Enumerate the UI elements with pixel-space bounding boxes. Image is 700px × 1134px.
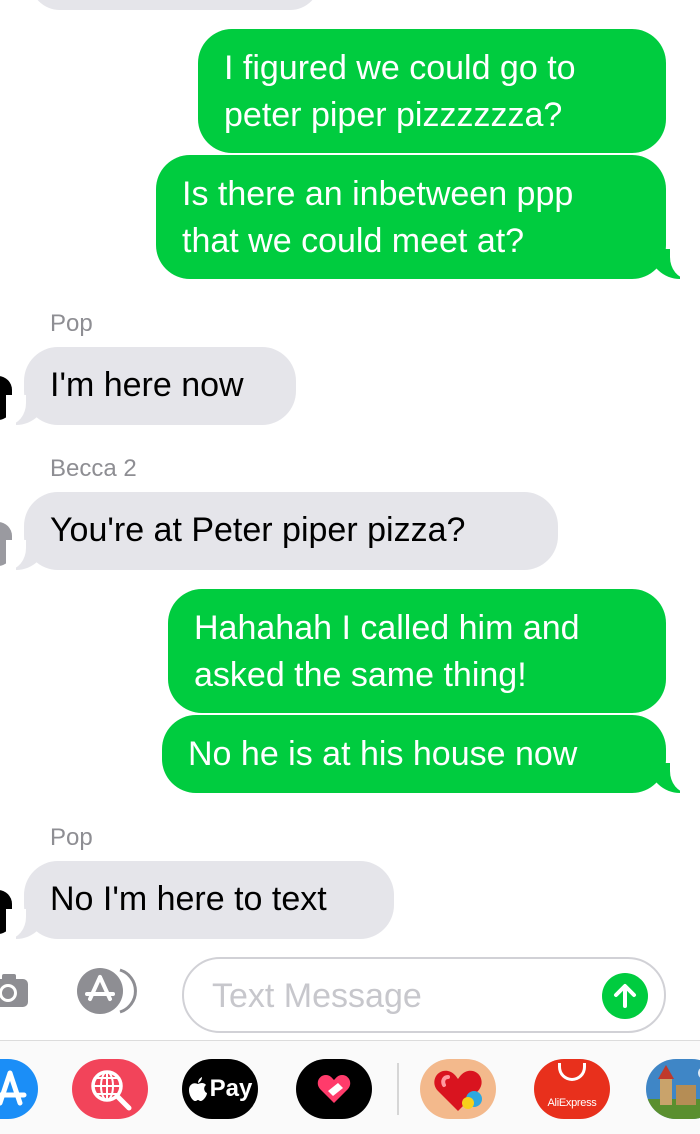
sender-name: Pop [50,824,93,851]
message-line: You're at Peter piper pizza? [50,511,466,549]
sent-message-bubble[interactable]: No he is at his house now [162,715,666,793]
message-field[interactable] [182,957,666,1033]
message-line: No he is at his house now [188,735,578,773]
game-icon[interactable] [420,1059,496,1119]
sender-name: Pop [50,310,93,337]
globe-search-icon[interactable] [72,1059,148,1119]
castle-icon[interactable] [646,1059,700,1119]
message-line: No I'm here to text [50,880,327,918]
apple-pay-icon[interactable]: Pay [182,1059,258,1119]
partial-message-bubble [30,0,320,10]
sent-message-bubble[interactable]: I figured we could go to peter piper piz… [198,29,666,153]
bubble-tail [650,249,690,279]
message-line: Is there an inbetween ppp [182,175,574,213]
aliexpress-label: AliExpress [547,1097,597,1109]
message-input[interactable] [210,973,594,1019]
message-line: I figured we could go to [224,49,576,87]
message-line: I'm here now [50,366,244,404]
message-line: Hahahah I called him and [194,609,580,647]
aliexpress-smile [558,1063,586,1081]
sent-message-bubble[interactable]: Hahahah I called him and asked the same … [168,589,666,713]
apple-logo-icon [188,1077,207,1101]
camera-icon[interactable] [0,969,30,1013]
bubble-tail [650,763,690,793]
apple-pay-label: Pay [209,1075,253,1102]
message-line: that we could meet at? [182,222,525,260]
received-message-bubble[interactable]: No I'm here to text [24,861,394,939]
message-line: peter piper pizzzzzza? [224,96,563,134]
compose-bar [0,955,700,1035]
sent-message-bubble[interactable]: Is there an inbetween ppp that we could … [156,155,666,279]
message-thread[interactable]: I figured we could go to peter piper piz… [0,0,700,945]
heart-icon[interactable] [296,1059,372,1119]
arrow-up-icon [614,984,636,1008]
appstore-icon[interactable] [74,966,146,1016]
aliexpress-icon[interactable]: AliExpress [534,1059,610,1119]
received-message-bubble[interactable]: You're at Peter piper pizza? [24,492,558,570]
app-drawer: Pay AliExpress [0,1040,700,1134]
send-button[interactable] [602,973,648,1019]
message-line: asked the same thing! [194,656,527,694]
sender-name: Becca 2 [50,455,137,482]
appstore-icon[interactable] [0,1059,38,1119]
received-message-bubble[interactable]: I'm here now [24,347,296,425]
drawer-divider [397,1063,399,1115]
